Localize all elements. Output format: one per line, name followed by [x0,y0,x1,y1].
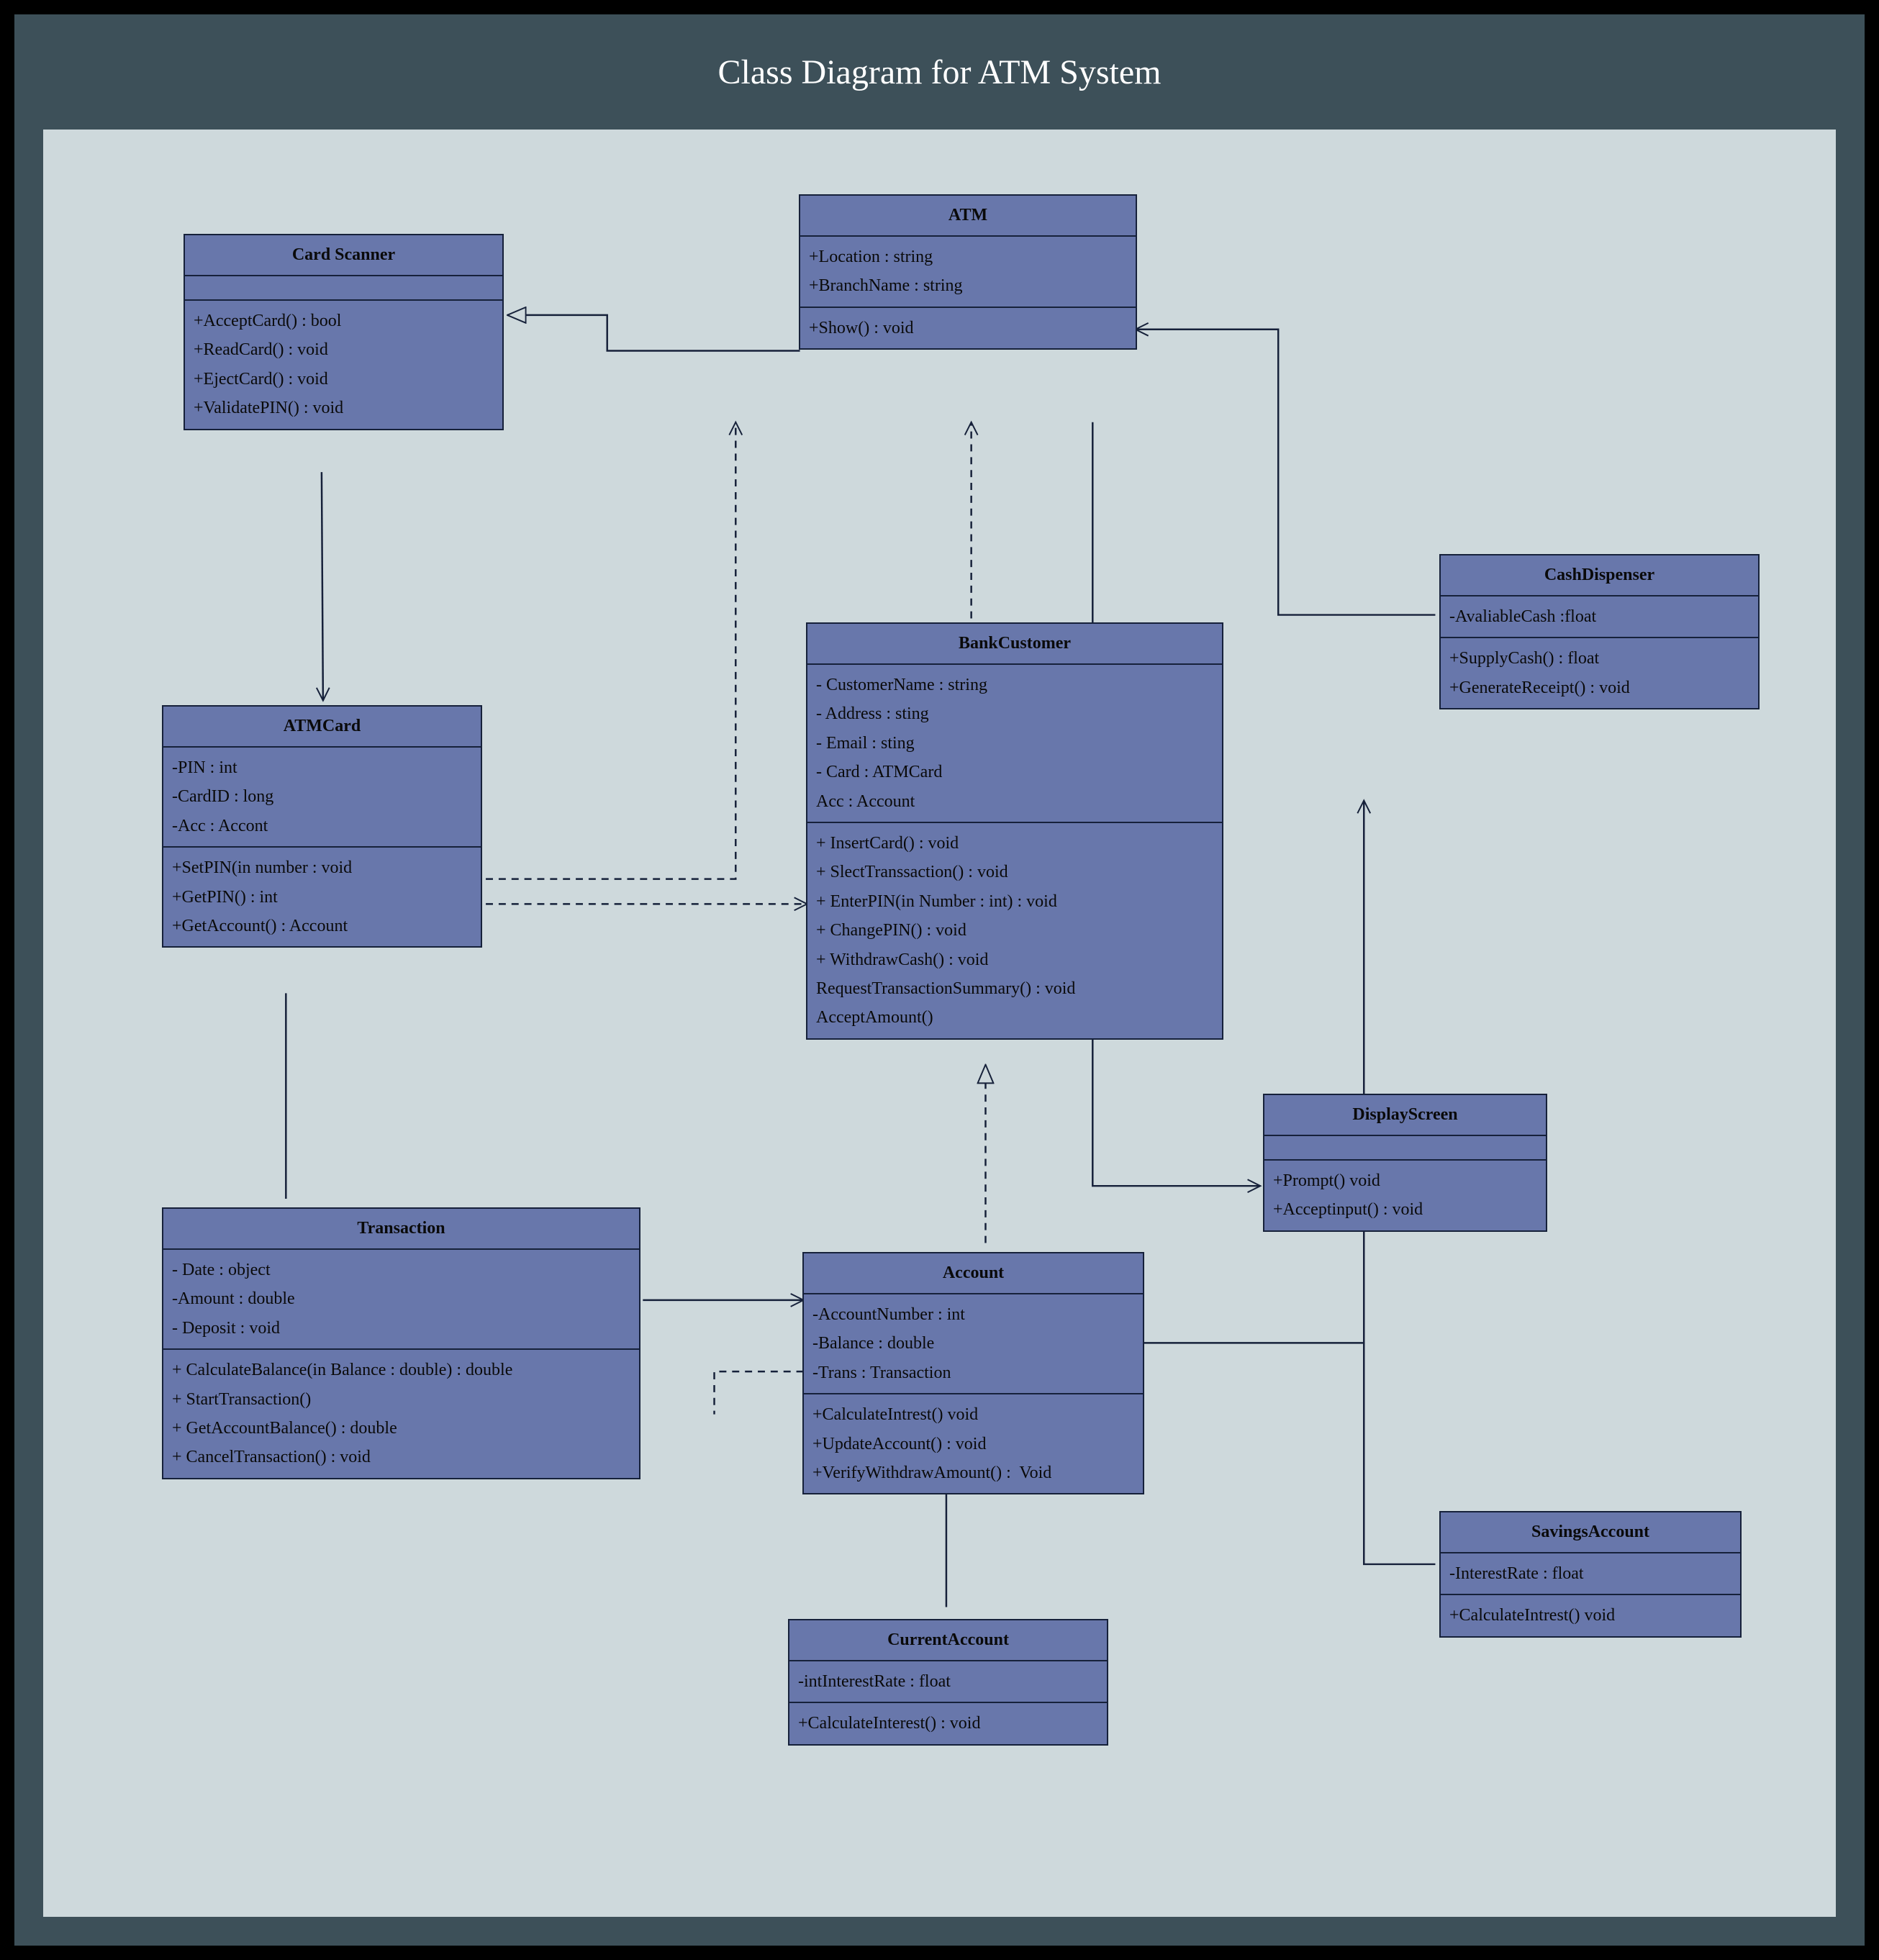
class-attribute: -PIN : int [172,753,472,782]
class-operation: + StartTransaction() [172,1385,630,1414]
class-attribute: - Date : object [172,1256,630,1284]
class-operation: + EnterPIN(in Number : int) : void [816,887,1213,916]
class-operation: + CalculateBalance(in Balance : double) … [172,1356,630,1384]
class-operation: +GetAccount() : Account [172,912,472,940]
class-operation: + WithdrawCash() : void [816,945,1213,974]
class-atm-card: ATMCard -PIN : int-CardID : long-Acc : A… [162,705,482,948]
class-attribute: +Location : string [809,242,1127,271]
class-operation: +GenerateReceipt() : void [1449,673,1749,702]
class-cash-dispenser: CashDispenser -AvaliableCash :float +Sup… [1439,554,1760,709]
class-attribute: - Address : sting [816,699,1213,728]
class-name: Card Scanner [185,235,502,276]
class-operation: +SetPIN(in number : void [172,853,472,882]
class-operation: +AcceptCard() : bool [194,307,494,335]
title-bar: Class Diagram for ATM System [14,14,1865,130]
class-attribute: - Deposit : void [172,1314,630,1343]
class-name: ATM [800,196,1136,237]
class-attribute: - Email : sting [816,729,1213,758]
class-transaction: Transaction - Date : object-Amount : dou… [162,1207,640,1479]
class-operation: + ChangePIN() : void [816,916,1213,945]
class-attribute: -CardID : long [172,782,472,811]
page-title: Class Diagram for ATM System [718,53,1162,92]
class-attribute: -InterestRate : float [1449,1559,1731,1588]
class-attribute: -Balance : double [812,1329,1134,1358]
class-operation: +CalculateIntrest() void [812,1400,1134,1429]
class-savings-account: SavingsAccount -InterestRate : float +Ca… [1439,1511,1742,1638]
class-operation: +ReadCard() : void [194,335,494,364]
class-name: SavingsAccount [1441,1512,1740,1553]
class-operation: +CalculateInterest() : void [798,1709,1098,1738]
class-name: DisplayScreen [1264,1095,1546,1136]
class-attribute: - Card : ATMCard [816,758,1213,786]
class-name: Transaction [163,1209,639,1250]
class-current-account: CurrentAccount -intInterestRate : float … [788,1619,1108,1746]
class-attribute: -AvaliableCash :float [1449,602,1749,631]
class-name: CashDispenser [1441,555,1758,596]
class-display-screen: DisplayScreen +Prompt() void+Acceptinput… [1263,1094,1547,1232]
class-name: ATMCard [163,707,481,748]
class-operation: +VerifyWithdrawAmount() : Void [812,1458,1134,1487]
class-operation: +CalculateIntrest() void [1449,1601,1731,1630]
class-attribute: -AccountNumber : int [812,1300,1134,1329]
class-attribute: -Acc : Accont [172,812,472,840]
class-name: CurrentAccount [789,1620,1107,1661]
class-operation: +Prompt() void [1273,1166,1537,1195]
class-attribute: +BranchName : string [809,271,1127,300]
diagram-canvas: Card Scanner +AcceptCard() : bool+ReadCa… [43,130,1836,1917]
class-operation: + CancelTransaction() : void [172,1443,630,1471]
class-operation: +Acceptinput() : void [1273,1195,1537,1224]
diagram-frame: Class Diagram for ATM System [14,14,1865,1946]
class-card-scanner: Card Scanner +AcceptCard() : bool+ReadCa… [184,234,504,430]
class-operation: AcceptAmount() [816,1003,1213,1032]
class-operation: + GetAccountBalance() : double [172,1414,630,1443]
class-name: BankCustomer [807,624,1222,665]
class-operation: + SlectTranssaction() : void [816,858,1213,886]
class-operation: +ValidatePIN() : void [194,394,494,422]
class-operation: RequestTransactionSummary() : void [816,974,1213,1003]
class-operation: +GetPIN() : int [172,883,472,912]
class-operation: +EjectCard() : void [194,365,494,394]
class-operation: + InsertCard() : void [816,829,1213,858]
class-operation: +Show() : void [809,314,1127,342]
class-operation: +SupplyCash() : float [1449,644,1749,673]
class-attribute: -intInterestRate : float [798,1667,1098,1696]
class-atm: ATM +Location : string+BranchName : stri… [799,194,1137,350]
class-attribute: Acc : Account [816,787,1213,816]
class-attribute: -Trans : Transaction [812,1358,1134,1387]
class-bank-customer: BankCustomer - CustomerName : string- Ad… [806,622,1223,1040]
class-operation: +UpdateAccount() : void [812,1430,1134,1458]
class-name: Account [804,1253,1143,1294]
class-attribute: - CustomerName : string [816,671,1213,699]
class-attribute: -Amount : double [172,1284,630,1313]
class-account: Account -AccountNumber : int-Balance : d… [802,1252,1144,1494]
